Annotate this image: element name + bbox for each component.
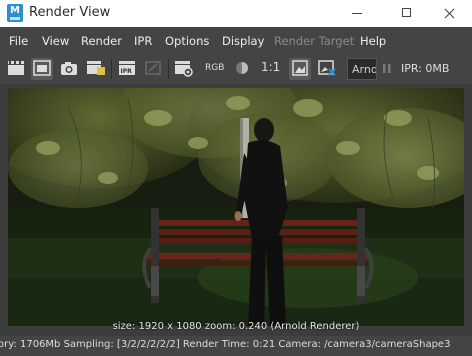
toolbar-separator: [111, 59, 112, 79]
menu-view[interactable]: View: [42, 34, 69, 48]
menu-bar: File View Render IPR Options Display Ren…: [0, 27, 472, 54]
minimize-button[interactable]: [334, 0, 380, 27]
snapshot-icon[interactable]: [59, 57, 79, 79]
refresh-ipr-icon: [143, 57, 163, 79]
status-text: ory: 1706Mb Sampling: [3/2/2/2/2/2] Rend…: [0, 339, 451, 350]
menu-file[interactable]: File: [9, 34, 28, 48]
rendered-image: [8, 88, 464, 326]
render-info-text: size: 1920 x 1080 zoom: 0.240 (Arnold Re…: [112, 321, 360, 332]
exposure-icon[interactable]: [233, 57, 251, 79]
display-channel-button[interactable]: RGB: [205, 63, 224, 73]
frame-image-icon[interactable]: [290, 57, 310, 79]
status-bar: ory: 1706Mb Sampling: [3/2/2/2/2/2] Rend…: [0, 336, 472, 356]
title-bar: M Render View: [0, 0, 472, 27]
close-button[interactable]: [426, 0, 472, 27]
remove-image-icon[interactable]: [317, 57, 337, 79]
maximize-button[interactable]: [384, 0, 430, 27]
menu-render[interactable]: Render: [81, 34, 122, 48]
toolbar-separator: [168, 59, 169, 79]
real-size-button[interactable]: 1:1: [261, 60, 280, 74]
window-title: Render View: [29, 5, 111, 20]
render-region-icon[interactable]: [32, 57, 52, 79]
menu-ipr[interactable]: IPR: [134, 34, 152, 48]
render-view[interactable]: size: 1920 x 1080 zoom: 0.240 (Arnold Re…: [0, 84, 472, 336]
render-frame-icon[interactable]: [6, 57, 26, 79]
renderer-field[interactable]: Arnold: [347, 58, 377, 80]
keep-image-icon[interactable]: [85, 57, 107, 79]
menu-options[interactable]: Options: [165, 34, 209, 48]
render-settings-icon[interactable]: [173, 57, 195, 79]
menu-render-target: Render Target: [274, 34, 355, 48]
ipr-render-icon[interactable]: IPR: [117, 57, 137, 79]
maya-app-icon: M: [7, 4, 23, 22]
menu-help[interactable]: Help: [360, 34, 386, 48]
toolbar: IPR RGB 1:1 Arno IPR: 0MB: [0, 54, 472, 84]
ipr-memory-label: IPR: 0MB: [401, 62, 450, 75]
svg-text:IPR: IPR: [121, 68, 133, 75]
menu-display[interactable]: Display: [222, 34, 264, 48]
pause-icon: [380, 57, 394, 79]
